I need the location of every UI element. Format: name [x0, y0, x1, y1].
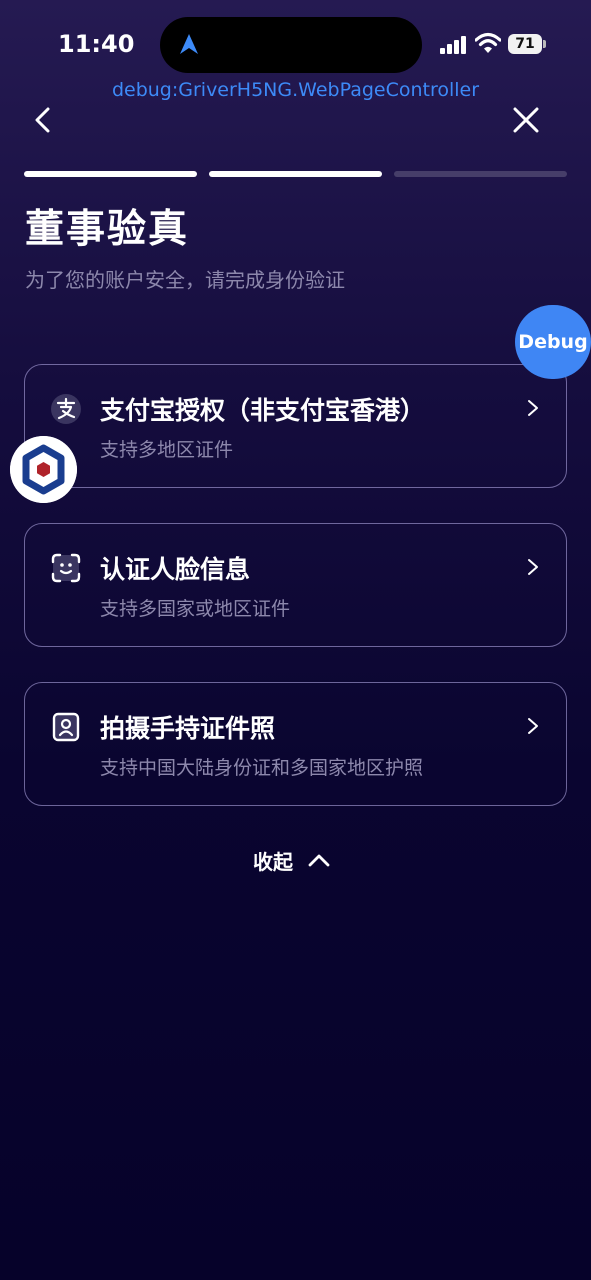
option-description: 支持多国家或地区证件	[100, 598, 291, 620]
chevron-up-icon	[308, 854, 330, 867]
page-title: 董事验真	[25, 207, 190, 252]
close-button[interactable]	[510, 104, 542, 136]
location-arrow-icon	[180, 34, 198, 54]
chevron-right-icon	[528, 718, 538, 734]
alipay-icon	[51, 394, 81, 424]
progress-step-3	[394, 171, 567, 177]
option-title: 支付宝授权（非支付宝香港）	[100, 396, 426, 425]
battery-tip	[543, 40, 546, 48]
option-title: 认证人脸信息	[100, 555, 251, 584]
back-button[interactable]	[28, 104, 60, 136]
debug-button[interactable]: Debug	[515, 305, 591, 379]
chevron-right-icon	[528, 400, 538, 416]
chevron-right-icon	[528, 559, 538, 575]
option-card-alipay[interactable]: 支付宝授权（非支付宝香港） 支持多地区证件	[24, 364, 567, 488]
status-bar: 11:40 71	[0, 0, 591, 90]
signal-icon	[440, 36, 466, 54]
wifi-icon	[475, 32, 501, 53]
progress-step-2	[209, 171, 382, 177]
battery-level: 71	[508, 34, 542, 54]
option-description: 支持中国大陆身份证和多国家地区护照	[100, 757, 424, 779]
floating-hexagon-logo-icon[interactable]	[10, 436, 77, 503]
option-card-face[interactable]: 认证人脸信息 支持多国家或地区证件	[24, 523, 567, 647]
status-time: 11:40	[58, 30, 135, 58]
battery-icon: 71	[508, 34, 546, 54]
collapse-button[interactable]: 收起	[253, 845, 331, 875]
id-card-icon	[52, 712, 80, 742]
option-card-id-photo[interactable]: 拍摄手持证件照 支持中国大陆身份证和多国家地区护照	[24, 682, 567, 806]
option-description: 支持多地区证件	[100, 439, 234, 461]
debug-controller-label: debug:GriverH5NG.WebPageController	[111, 79, 480, 101]
collapse-label: 收起	[253, 849, 293, 874]
face-scan-icon	[51, 553, 81, 583]
option-title: 拍摄手持证件照	[100, 714, 276, 743]
progress-step-1	[24, 171, 197, 177]
page-subtitle: 为了您的账户安全，请完成身份验证	[25, 268, 345, 292]
